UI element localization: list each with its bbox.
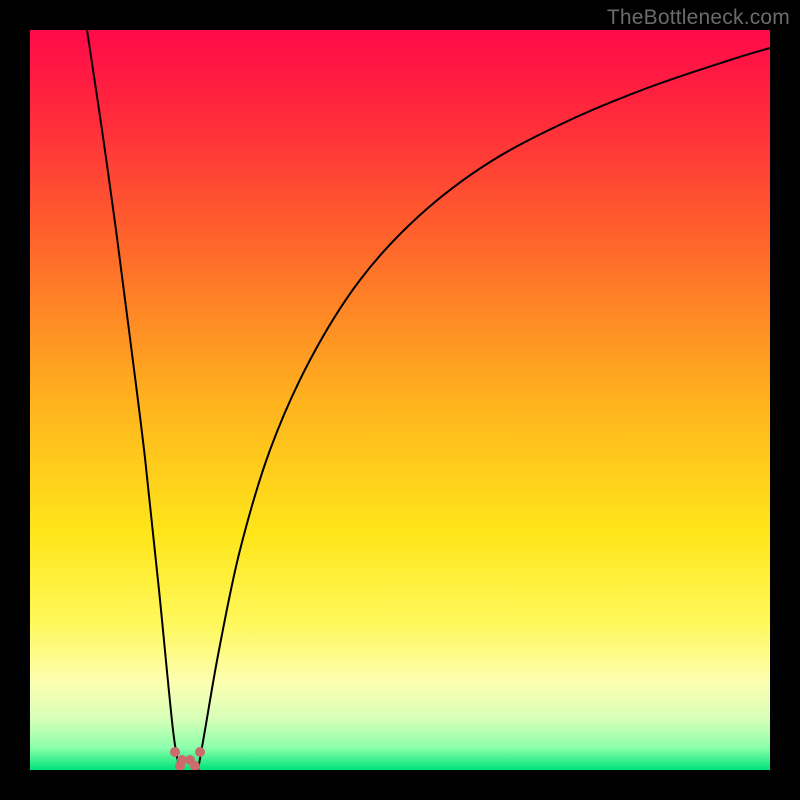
chart-frame: TheBottleneck.com xyxy=(0,0,800,800)
gradient-background xyxy=(30,30,770,770)
valley-marker xyxy=(195,747,205,757)
watermark-text: TheBottleneck.com xyxy=(607,6,790,30)
valley-marker xyxy=(170,747,180,757)
chart-plot xyxy=(30,30,770,770)
